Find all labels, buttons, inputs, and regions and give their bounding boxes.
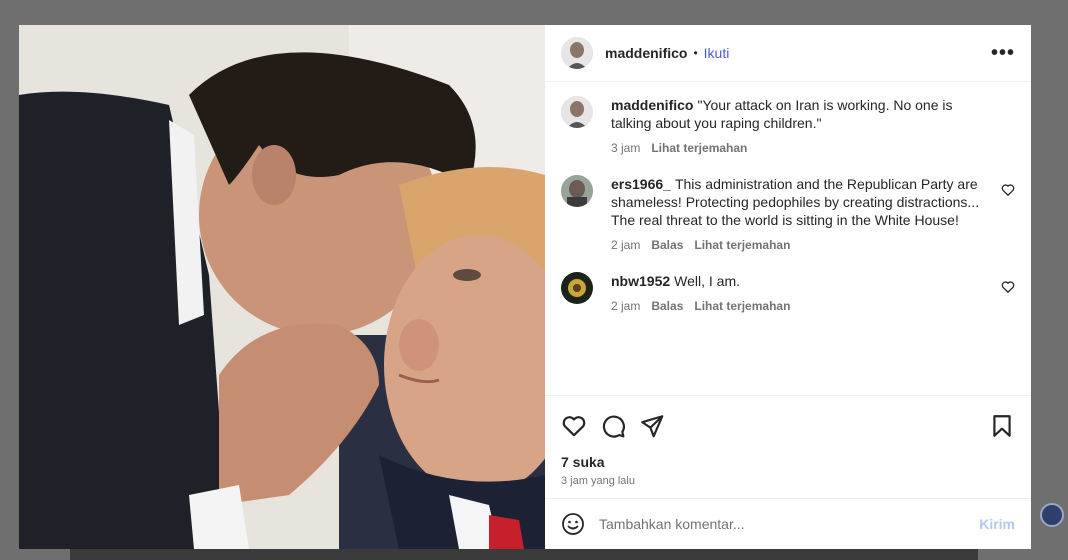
post-side-panel: maddenifico • Ikuti ••• maddenifico "Your… — [545, 25, 1031, 549]
author-username[interactable]: maddenifico — [605, 45, 687, 61]
comment-username[interactable]: ers1966_ — [611, 176, 671, 192]
comment-like-heart-icon[interactable] — [1001, 280, 1015, 294]
comment-username[interactable]: nbw1952 — [611, 273, 670, 289]
commenter-avatar[interactable] — [561, 175, 593, 207]
post-header: maddenifico • Ikuti ••• — [545, 25, 1031, 82]
follow-button[interactable]: Ikuti — [704, 45, 730, 61]
comment-translate-link[interactable]: Lihat terjemahan — [694, 236, 790, 254]
caption-meta: 3 jam Lihat terjemahan — [611, 139, 996, 157]
post-comment-button[interactable]: Kirim — [979, 516, 1015, 532]
side-profile-avatar[interactable] — [1040, 503, 1064, 527]
comment-translate-link[interactable]: Lihat terjemahan — [694, 297, 790, 315]
author-avatar[interactable] — [561, 37, 593, 69]
caption-translate-link[interactable]: Lihat terjemahan — [651, 139, 747, 157]
comment-text: Well, I am. — [674, 273, 741, 289]
background-feed-strip — [70, 548, 978, 560]
caption-time: 3 jam — [611, 141, 641, 155]
comment-reply-button[interactable]: Balas — [651, 236, 683, 254]
comment-bubble-icon[interactable] — [600, 413, 626, 439]
post-timestamp: 3 jam yang lalu — [561, 475, 635, 487]
bookmark-icon[interactable] — [989, 413, 1015, 439]
comment-reply-button[interactable]: Balas — [651, 297, 683, 315]
comment-meta: 2 jam Balas Lihat terjemahan — [611, 236, 996, 254]
post-photo-image — [19, 25, 545, 549]
comment-time: 2 jam — [611, 238, 641, 252]
commenter-avatar[interactable] — [561, 272, 593, 304]
post-photo — [19, 25, 545, 549]
caption-body: maddenifico "Your attack on Iran is worki… — [611, 96, 996, 157]
comment-meta: 2 jam Balas Lihat terjemahan — [611, 297, 996, 315]
comment-body: ers1966_ This administration and the Repu… — [611, 175, 996, 254]
likes-count[interactable]: 7 suka — [561, 454, 1015, 470]
heart-icon[interactable] — [561, 413, 587, 439]
caption: maddenifico "Your attack on Iran is worki… — [561, 96, 1015, 157]
smiley-icon[interactable] — [561, 512, 585, 536]
caption-avatar[interactable] — [561, 96, 593, 128]
more-dots-icon[interactable]: ••• — [991, 42, 1015, 65]
comment-time: 2 jam — [611, 299, 641, 313]
add-comment-bar: Kirim — [545, 498, 1031, 549]
comment-input[interactable] — [599, 516, 980, 532]
comment-like-heart-icon[interactable] — [1001, 183, 1015, 197]
post-modal: maddenifico • Ikuti ••• maddenifico "Your… — [19, 25, 1031, 549]
action-icons-row — [561, 406, 1015, 446]
post-actions: 7 suka 3 jam yang lalu — [545, 395, 1031, 487]
comments-list: maddenifico "Your attack on Iran is worki… — [545, 82, 1031, 395]
paper-plane-icon[interactable] — [639, 413, 665, 439]
comment-item: nbw1952 Well, I am. 2 jam Balas Lihat ter… — [561, 272, 1015, 315]
comment-body: nbw1952 Well, I am. 2 jam Balas Lihat ter… — [611, 272, 996, 315]
separator-dot: • — [693, 46, 698, 60]
caption-username[interactable]: maddenifico — [611, 97, 693, 113]
comment-item: ers1966_ This administration and the Repu… — [561, 175, 1015, 254]
